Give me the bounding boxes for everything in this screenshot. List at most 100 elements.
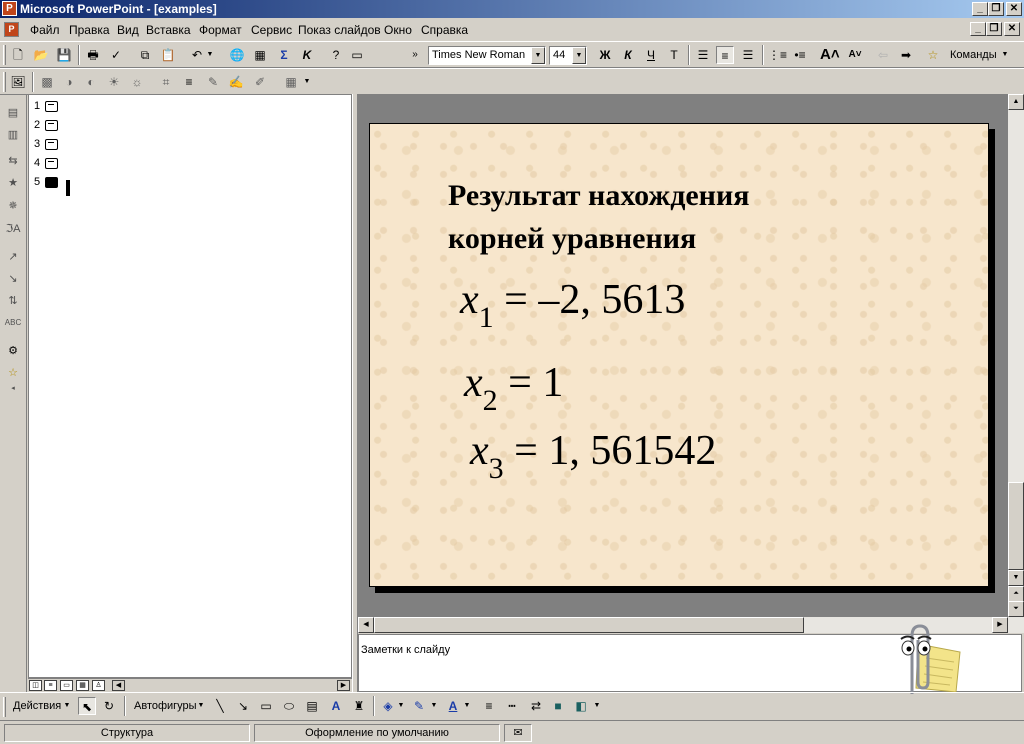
expand-icon[interactable]: ⇅ <box>4 292 22 310</box>
next-slide-icon[interactable]: ⏷ <box>1008 601 1024 617</box>
commands-menu[interactable]: Команды <box>950 49 997 61</box>
menu-help[interactable]: Справка <box>421 23 468 37</box>
less-brightness-icon[interactable]: ☼ <box>128 73 146 91</box>
more-contrast-icon[interactable]: ◑ <box>60 73 78 91</box>
equation-x2[interactable]: x2 = 1 <box>464 359 563 417</box>
scroll-thumb[interactable] <box>374 617 804 633</box>
menu-edit[interactable]: Правка <box>69 23 110 37</box>
slide-view-icon[interactable]: ▤ <box>4 104 22 122</box>
chevron-down-icon[interactable]: ▼ <box>396 697 406 715</box>
hyperlink-icon[interactable]: 🌐 <box>228 46 246 64</box>
chevron-down-icon[interactable]: ▼ <box>429 697 439 715</box>
slide-show-icon[interactable]: ♙ <box>92 680 105 691</box>
more-brightness-icon[interactable]: ☀ <box>105 73 123 91</box>
new-icon[interactable]: 🗋 <box>9 46 27 64</box>
transparency-icon[interactable]: ✐ <box>251 73 269 91</box>
menu-format[interactable]: Формат <box>199 23 242 37</box>
help-icon[interactable]: ? <box>327 46 345 64</box>
slide-icon[interactable] <box>45 120 58 131</box>
chevron-down-icon[interactable]: ▼ <box>572 47 586 64</box>
show-formatting-icon[interactable]: ℑA <box>4 220 22 238</box>
notes-view-icon[interactable]: ▥ <box>4 126 22 144</box>
spelling-icon[interactable]: ✓ <box>107 46 125 64</box>
reset-picture-icon[interactable]: ▦ <box>282 73 300 91</box>
oval-icon[interactable]: ⬭ <box>280 697 298 715</box>
slide-icon-selected[interactable] <box>45 177 58 188</box>
menu-window[interactable]: Окно <box>384 23 412 37</box>
chevron-down-icon[interactable]: ▼ <box>302 73 312 91</box>
shadow-icon[interactable]: ■ <box>549 697 567 715</box>
decrease-font-icon[interactable]: A˅ <box>846 46 864 64</box>
scroll-right-icon[interactable]: ▶ <box>992 617 1008 633</box>
office-assistant-icon[interactable]: ▭ <box>348 46 366 64</box>
chevron-down-icon[interactable]: ▼ <box>531 47 545 64</box>
rectangle-icon[interactable]: ▭ <box>257 697 275 715</box>
slide-icon[interactable] <box>45 139 58 150</box>
menu-tools[interactable]: Сервис <box>251 23 292 37</box>
tables-icon[interactable]: ▦ <box>251 46 269 64</box>
less-contrast-icon[interactable]: ◐ <box>82 73 100 91</box>
demote-icon[interactable]: ➡ <box>897 46 915 64</box>
clip-art-icon[interactable]: ♜ <box>350 697 368 715</box>
scroll-right-icon[interactable]: ▶ <box>337 680 350 691</box>
slide-icon[interactable] <box>45 158 58 169</box>
toolbar-grip[interactable] <box>3 697 6 717</box>
custom-animation-icon[interactable]: ⚙ <box>4 342 22 360</box>
toolbar-grip[interactable] <box>3 45 6 65</box>
show-all-icon[interactable]: ABC <box>4 314 22 332</box>
doc-minimize-button[interactable]: _ <box>970 22 986 36</box>
office-assistant-clippy[interactable] <box>886 622 966 698</box>
outline-view-icon[interactable]: ≡ <box>44 680 57 691</box>
scroll-left-icon[interactable]: ◀ <box>358 617 374 633</box>
free-rotate-icon[interactable]: ↻ <box>100 697 118 715</box>
expand-all-icon[interactable]: ✵ <box>4 197 22 215</box>
powerpoint-app-icon[interactable]: P <box>2 1 17 16</box>
open-icon[interactable]: 📂 <box>32 46 50 64</box>
chevron-down-icon[interactable]: ▼ <box>592 697 602 715</box>
select-objects-icon[interactable]: ⬉ <box>78 697 96 715</box>
font-size-select[interactable]: 44 ▼ <box>549 46 587 65</box>
toolbar-grip[interactable] <box>3 72 6 92</box>
close-button[interactable]: ✕ <box>1006 2 1022 16</box>
toolbar-more-icon[interactable]: ◂ <box>4 380 22 398</box>
shadow-button[interactable]: Т <box>665 46 683 64</box>
vertical-scrollbar[interactable]: ▲ ▼ ⏶ ⏷ <box>1008 94 1024 617</box>
promote-icon[interactable]: ⇦ <box>874 46 892 64</box>
increase-font-icon[interactable]: A˄ <box>820 46 840 64</box>
font-color-icon[interactable]: A <box>444 697 462 715</box>
document-icon[interactable]: P <box>4 22 19 37</box>
minimize-button[interactable]: _ <box>972 2 988 16</box>
scroll-up-icon[interactable]: ▲ <box>1008 94 1024 110</box>
undo-icon[interactable]: ↶ <box>188 46 206 64</box>
italic-button[interactable]: К <box>619 46 637 64</box>
recolor-icon[interactable]: ✎ <box>204 73 222 91</box>
scroll-thumb[interactable] <box>1008 482 1024 570</box>
text-box-icon[interactable]: ▤ <box>303 697 321 715</box>
menu-insert[interactable]: Вставка <box>146 23 191 37</box>
restore-button[interactable]: ❐ <box>988 2 1004 16</box>
menu-view[interactable]: Вид <box>117 23 139 37</box>
wordart-icon[interactable]: A <box>327 697 345 715</box>
image-color-icon[interactable]: ▩ <box>38 73 56 91</box>
animation-effects-icon[interactable]: ☆ <box>924 46 942 64</box>
equation-x1[interactable]: x1 = –2, 5613 <box>460 276 685 334</box>
slide-canvas[interactable]: Результат нахождения корней уравнения x1… <box>369 123 989 587</box>
slide-pane[interactable]: Результат нахождения корней уравнения x1… <box>358 94 1008 617</box>
insert-picture-icon[interactable]: 🖼 <box>9 73 27 91</box>
save-icon[interactable]: 💾 <box>55 46 73 64</box>
3d-icon[interactable]: ◧ <box>572 697 590 715</box>
chevron-down-icon[interactable]: ▼ <box>1000 46 1010 64</box>
chevron-down-icon[interactable]: ▼ <box>196 697 206 715</box>
print-icon[interactable]: 🖶 <box>84 46 102 64</box>
scroll-down-icon[interactable]: ▼ <box>1008 570 1024 586</box>
scroll-track[interactable] <box>1008 110 1024 482</box>
bold-button[interactable]: Ж <box>596 46 614 64</box>
summary-slide-icon[interactable]: ★ <box>4 174 22 192</box>
menu-slideshow[interactable]: Показ слайдов <box>298 23 381 37</box>
underline-button[interactable]: Ч <box>642 46 660 64</box>
autoshapes-menu[interactable]: Автофигуры <box>134 700 197 712</box>
doc-close-button[interactable]: ✕ <box>1004 22 1020 36</box>
scroll-left-icon[interactable]: ◀ <box>112 680 125 691</box>
dash-style-icon[interactable]: ┅ <box>503 697 521 715</box>
arrow-style-icon[interactable]: ⇄ <box>527 697 545 715</box>
